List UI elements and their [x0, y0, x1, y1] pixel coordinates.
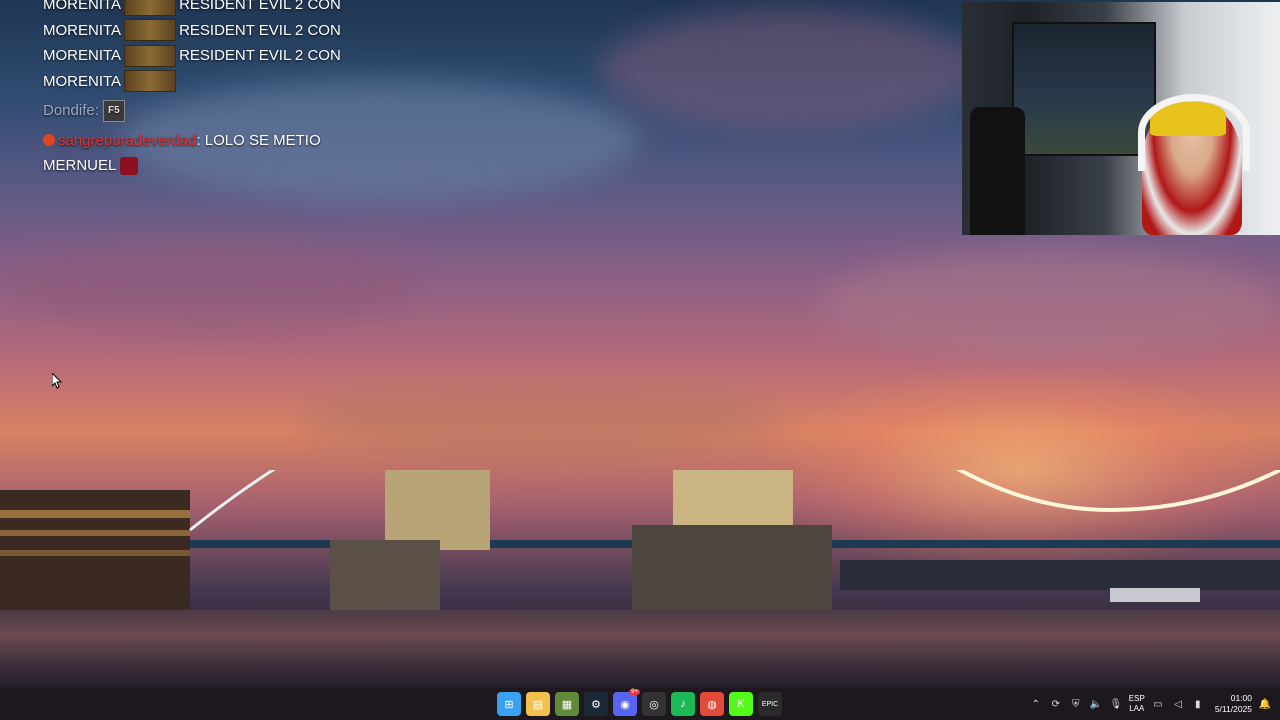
- taskbar-pinned-apps: ⊞ ▤ ▦ ⚙ ◉ 9+ ◎ ♪ ◍ K EPIC: [497, 689, 782, 716]
- network-icon[interactable]: ▭: [1151, 697, 1165, 711]
- chat-message: sangrepuradeverdad : LOLO SE METIO: [43, 128, 373, 154]
- chat-emote: [124, 70, 177, 93]
- system-tray: ⌃ ⟳ ⛨ 🔈 🎙 ESP LAA ▭ ◁ ▮ 01:00 5/11/2025 …: [1029, 688, 1272, 720]
- kick-icon[interactable]: K: [729, 692, 753, 716]
- chat-emote: [124, 0, 177, 16]
- chat-message: MORENITA RESIDENT EVIL 2 CON: [43, 0, 373, 18]
- shield-icon[interactable]: ⛨: [1069, 697, 1083, 711]
- taskbar: ⊞ ▤ ▦ ⚙ ◉ 9+ ◎ ♪ ◍ K EPIC ⌃ ⟳ ⛨ 🔈 🎙 ESP LAA ▭ ◁ ▮ …: [0, 688, 1280, 720]
- steam-glyph: ⚙: [591, 698, 601, 711]
- chat-username: MORENITA: [43, 72, 122, 90]
- clock-time: 01:00: [1230, 693, 1252, 703]
- subscriber-badge-icon: [43, 134, 55, 147]
- chat-message: MORENITA RESIDENT EVIL 2 CON: [43, 43, 373, 69]
- volume-icon[interactable]: 🔈: [1089, 697, 1103, 711]
- chat-message: MERNUEL: [43, 153, 373, 179]
- windows-start-icon[interactable]: ⊞: [497, 692, 521, 716]
- steam-icon[interactable]: ⚙: [584, 692, 608, 716]
- speaker-icon[interactable]: ◁: [1171, 697, 1185, 711]
- webcam-chair: [970, 107, 1025, 235]
- chat-message: MORENITA RESIDENT EVIL 2 CON: [43, 18, 373, 44]
- chrome-glyph: ◍: [707, 698, 717, 711]
- discord-icon[interactable]: ◉ 9+: [613, 689, 640, 716]
- stream-chat-overlay: MORENITA RESIDENT EVIL 2 CON MORENITA RE…: [43, 0, 373, 179]
- chat-username: MORENITA: [43, 0, 122, 14]
- chat-username: MORENITA: [43, 47, 122, 65]
- chevron-up-icon[interactable]: ⌃: [1029, 697, 1043, 711]
- epic-games-icon[interactable]: EPIC: [758, 692, 782, 716]
- spotify-glyph: ♪: [680, 698, 686, 710]
- chat-text: : LOLO SE METIO: [196, 131, 321, 149]
- chat-emote: [124, 44, 177, 67]
- obs-icon[interactable]: ◎: [642, 692, 666, 716]
- chat-username: MORENITA: [43, 21, 122, 39]
- chat-username: sangrepuradeverdad: [58, 131, 197, 149]
- webcam-background-window: [1012, 22, 1156, 156]
- chat-emote: [124, 19, 177, 42]
- mouse-cursor-icon: [52, 373, 63, 389]
- chat-message: Dondife: F5: [43, 98, 373, 124]
- microphone-icon[interactable]: 🎙: [1109, 697, 1123, 711]
- spotify-icon[interactable]: ♪: [671, 692, 695, 716]
- clock[interactable]: 01:00 5/11/2025: [1215, 693, 1252, 715]
- minecraft-glyph: ▦: [561, 698, 573, 711]
- battery-icon[interactable]: ▮: [1191, 697, 1205, 711]
- windows-start-glyph: ⊞: [504, 698, 514, 711]
- chrome-icon[interactable]: ◍: [700, 692, 724, 716]
- notification-badge: 9+: [629, 689, 640, 695]
- chat-message: MORENITA: [43, 69, 373, 95]
- file-explorer-glyph: ▤: [532, 698, 544, 711]
- sync-icon[interactable]: ⟳: [1049, 697, 1063, 711]
- discord-glyph: ◉: [620, 698, 630, 711]
- chat-text: RESIDENT EVIL 2 CON: [179, 0, 341, 14]
- keyboard-layout: LAA: [1129, 704, 1145, 713]
- language-indicator[interactable]: ESP LAA: [1129, 694, 1145, 714]
- chat-text: RESIDENT EVIL 2 CON: [179, 21, 341, 39]
- epic-games-glyph: EPIC: [761, 700, 779, 708]
- clock-date: 5/11/2025: [1214, 704, 1252, 714]
- chat-emote: [120, 156, 139, 175]
- file-explorer-icon[interactable]: ▤: [526, 692, 550, 716]
- chat-text: MERNUEL: [43, 157, 117, 175]
- headset: [1138, 94, 1250, 171]
- webcam-overlay: [962, 2, 1280, 235]
- tower-bridge: [0, 470, 1280, 610]
- kick-glyph: K: [737, 698, 745, 710]
- chat-username: Dondife:: [43, 102, 99, 120]
- chat-text: RESIDENT EVIL 2 CON: [179, 47, 341, 65]
- notification-bell-icon[interactable]: 🔔: [1258, 697, 1272, 711]
- obs-glyph: ◎: [649, 698, 659, 711]
- minecraft-icon[interactable]: ▦: [555, 692, 579, 716]
- chat-emote: F5: [102, 99, 125, 122]
- language-code: ESP: [1128, 694, 1145, 703]
